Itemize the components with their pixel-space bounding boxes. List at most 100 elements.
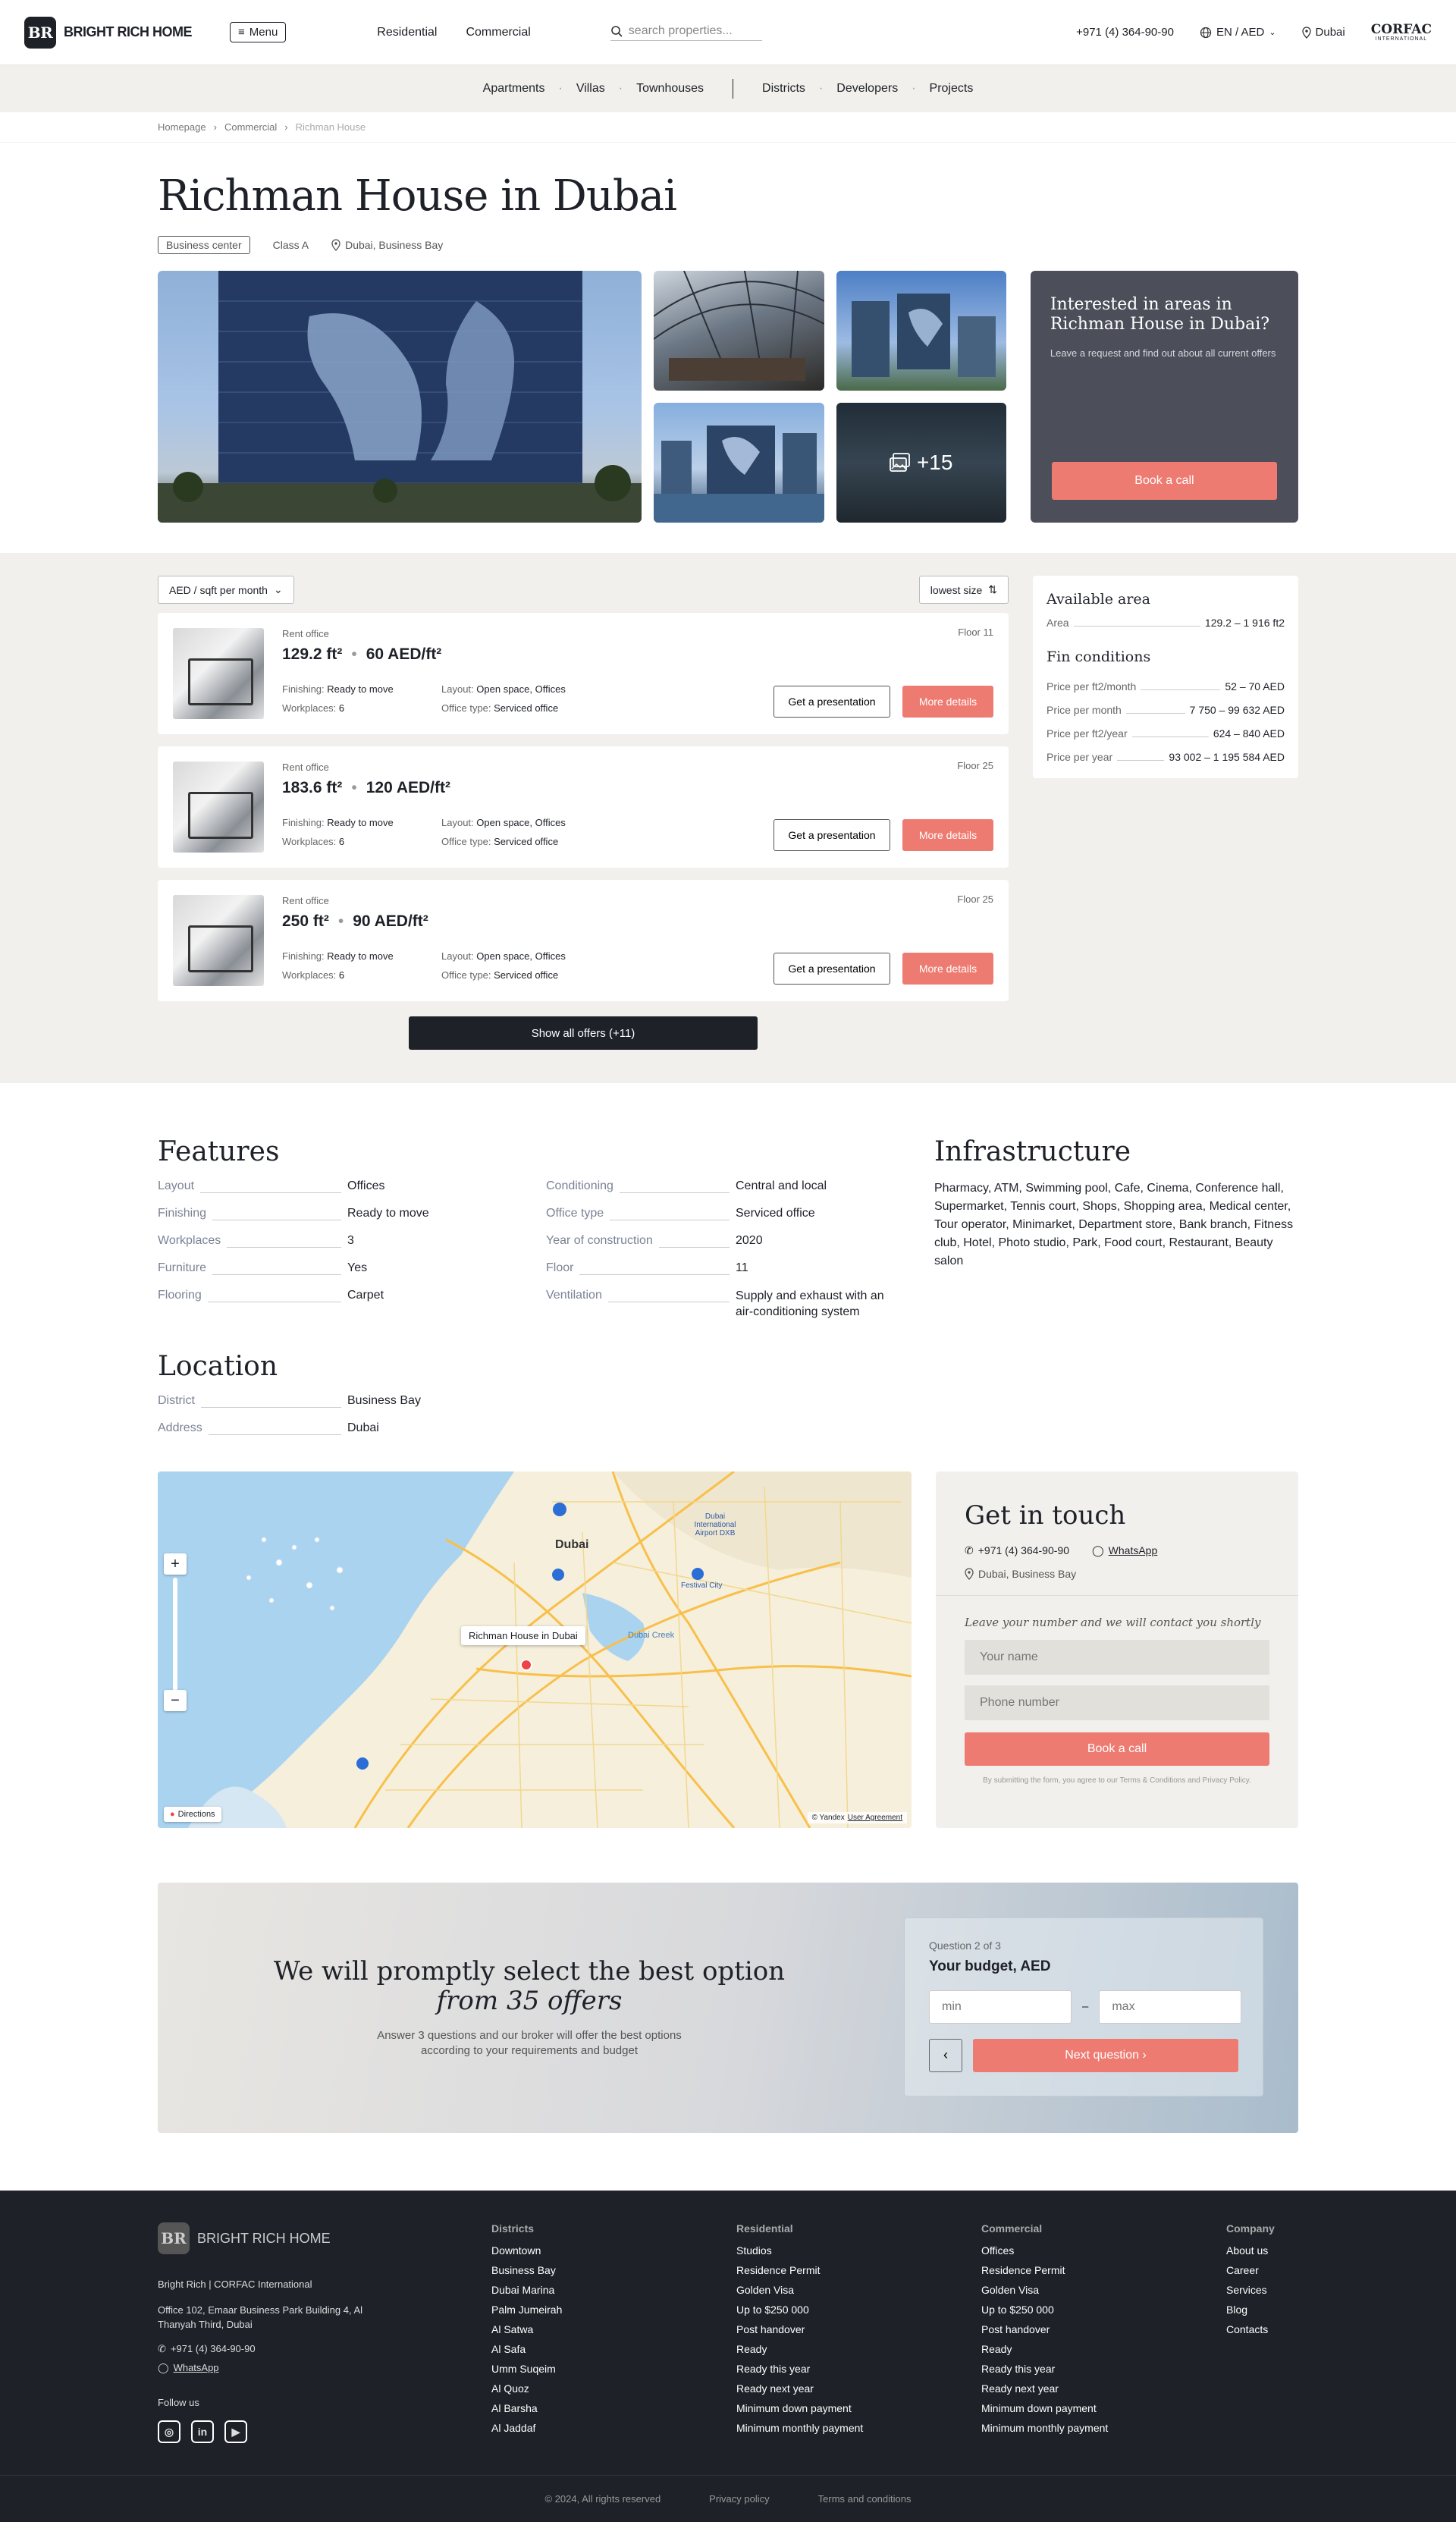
- footer-link[interactable]: Ready: [736, 2339, 981, 2359]
- submit-book-call-button[interactable]: Book a call: [965, 1732, 1269, 1766]
- map[interactable]: Richman House in Dubai Dubai Dubai Inter…: [158, 1471, 912, 1828]
- footer-link[interactable]: Umm Suqeim: [491, 2359, 736, 2379]
- footer-link[interactable]: Al Safa: [491, 2339, 736, 2359]
- footer-link[interactable]: Residence Permit: [981, 2260, 1226, 2280]
- more-photos-overlay: +15: [836, 403, 1006, 523]
- footer-link[interactable]: Downtown: [491, 2241, 736, 2260]
- footer-link[interactable]: Career: [1226, 2260, 1275, 2280]
- nav-commercial[interactable]: Commercial: [466, 26, 530, 39]
- workplaces-label: Workplaces:: [282, 702, 337, 714]
- breadcrumb-home[interactable]: Homepage: [158, 121, 206, 133]
- layout-label: Layout:: [441, 683, 474, 695]
- footer-link[interactable]: Al Quoz: [491, 2379, 736, 2398]
- footer-link[interactable]: Dubai Marina: [491, 2280, 736, 2300]
- footer-link[interactable]: Golden Visa: [981, 2280, 1226, 2300]
- sort-select[interactable]: lowest size ⇅: [918, 576, 1009, 604]
- language-selector[interactable]: EN / AED ⌄: [1200, 26, 1276, 39]
- offer-area: 250 ft²: [282, 912, 329, 930]
- privacy-policy-link[interactable]: Privacy policy: [709, 2493, 769, 2505]
- get-presentation-button[interactable]: Get a presentation: [774, 686, 890, 718]
- subnav-projects[interactable]: Projects: [930, 82, 974, 96]
- footer-link[interactable]: Ready this year: [981, 2359, 1226, 2379]
- main-photo[interactable]: [158, 271, 642, 523]
- more-details-button[interactable]: More details: [902, 953, 993, 985]
- get-presentation-button[interactable]: Get a presentation: [774, 953, 890, 985]
- footer-link[interactable]: Al Jaddaf: [491, 2418, 736, 2438]
- gallery-thumb[interactable]: [654, 403, 824, 523]
- footer-link[interactable]: Residence Permit: [736, 2260, 981, 2280]
- footer-link[interactable]: Minimum monthly payment: [981, 2418, 1226, 2438]
- gallery-thumb[interactable]: [654, 271, 824, 391]
- footer-link[interactable]: Al Barsha: [491, 2398, 736, 2418]
- terms-link[interactable]: Terms and conditions: [818, 2493, 912, 2505]
- footer-link[interactable]: Offices: [981, 2241, 1226, 2260]
- directions-button[interactable]: ● Directions: [164, 1806, 221, 1822]
- subnav-villas[interactable]: Villas: [576, 82, 605, 96]
- footer-link[interactable]: Studios: [736, 2241, 981, 2260]
- subnav-apartments[interactable]: Apartments: [483, 82, 545, 96]
- subnav-townhouses[interactable]: Townhouses: [636, 82, 704, 96]
- book-call-button[interactable]: Book a call: [1051, 462, 1277, 500]
- footer-link[interactable]: Business Bay: [491, 2260, 736, 2280]
- footer-link[interactable]: Minimum down payment: [981, 2398, 1226, 2418]
- footer-column-residential: Residential Studios Residence Permit Gol…: [736, 2222, 981, 2443]
- offer-photo[interactable]: [173, 762, 264, 853]
- instagram-icon[interactable]: ◎: [158, 2420, 180, 2443]
- footer-phone-link[interactable]: ✆ +971 (4) 364-90-90: [158, 2341, 491, 2357]
- footer-link[interactable]: Golden Visa: [736, 2280, 981, 2300]
- subnav-districts[interactable]: Districts: [762, 82, 805, 96]
- header-phone[interactable]: +971 (4) 364-90-90: [1076, 26, 1174, 39]
- footer-link[interactable]: Minimum down payment: [736, 2398, 981, 2418]
- gallery-thumb[interactable]: [836, 271, 1006, 391]
- map-pin-label[interactable]: Richman House in Dubai: [461, 1625, 585, 1645]
- footer-logo[interactable]: BR BRIGHT RICH HOME: [158, 2222, 491, 2254]
- quiz-back-button[interactable]: ‹: [929, 2038, 962, 2072]
- name-field[interactable]: [965, 1639, 1269, 1675]
- whatsapp-link[interactable]: ◯ WhatsApp: [1092, 1544, 1157, 1557]
- budget-min-input[interactable]: [929, 1990, 1072, 2024]
- zoom-in-button[interactable]: +: [164, 1553, 187, 1575]
- zoom-out-button[interactable]: −: [164, 1689, 187, 1711]
- logo[interactable]: BR BRIGHT RICH HOME: [24, 16, 193, 49]
- available-area-title: Available area: [1046, 591, 1150, 608]
- footer-link[interactable]: Services: [1226, 2280, 1275, 2300]
- zoom-slider[interactable]: [173, 1577, 177, 1691]
- currency-select[interactable]: AED / sqft per month ⌄: [158, 576, 294, 604]
- breadcrumb-commercial[interactable]: Commercial: [224, 121, 277, 133]
- show-all-offers-button[interactable]: Show all offers (+11): [409, 1016, 758, 1050]
- footer-link[interactable]: Ready next year: [981, 2379, 1226, 2398]
- footer-link[interactable]: Post handover: [736, 2319, 981, 2339]
- footer-whatsapp-link[interactable]: ◯ WhatsApp: [158, 2360, 491, 2376]
- offer-photo[interactable]: [173, 628, 264, 719]
- footer-link[interactable]: Up to $250 000: [981, 2300, 1226, 2319]
- footer-link[interactable]: Post handover: [981, 2319, 1226, 2339]
- user-agreement-link[interactable]: User Agreement: [848, 1814, 902, 1822]
- footer-link[interactable]: Ready next year: [736, 2379, 981, 2398]
- budget-max-input[interactable]: [1099, 1990, 1242, 2024]
- footer-link[interactable]: About us: [1226, 2241, 1275, 2260]
- footer-link[interactable]: Minimum monthly payment: [736, 2418, 981, 2438]
- nav-residential[interactable]: Residential: [377, 26, 437, 39]
- footer-link[interactable]: Ready: [981, 2339, 1226, 2359]
- more-details-button[interactable]: More details: [902, 686, 993, 718]
- footer-link[interactable]: Al Satwa: [491, 2319, 736, 2339]
- menu-button[interactable]: ≡ Menu: [230, 22, 287, 42]
- contact-phone-link[interactable]: ✆ +971 (4) 364-90-90: [965, 1544, 1069, 1557]
- footer-link[interactable]: Contacts: [1226, 2319, 1275, 2339]
- footer-link[interactable]: Up to $250 000: [736, 2300, 981, 2319]
- footer-link[interactable]: Ready this year: [736, 2359, 981, 2379]
- footer-link[interactable]: Blog: [1226, 2300, 1275, 2319]
- phone-field[interactable]: [965, 1685, 1269, 1720]
- footer-link[interactable]: Palm Jumeirah: [491, 2300, 736, 2319]
- next-question-button[interactable]: Next question ›: [973, 2038, 1238, 2072]
- gallery-thumb-more[interactable]: +15: [836, 403, 1006, 523]
- city-selector[interactable]: Dubai: [1301, 26, 1345, 39]
- get-presentation-button[interactable]: Get a presentation: [774, 819, 890, 851]
- subnav-developers[interactable]: Developers: [836, 82, 898, 96]
- linkedin-icon[interactable]: in: [191, 2420, 214, 2443]
- search-input[interactable]: search properties...: [610, 24, 762, 41]
- youtube-icon[interactable]: ▶: [224, 2420, 247, 2443]
- office-type-label: Office type:: [441, 836, 491, 847]
- offer-photo[interactable]: [173, 895, 264, 986]
- more-details-button[interactable]: More details: [902, 819, 993, 851]
